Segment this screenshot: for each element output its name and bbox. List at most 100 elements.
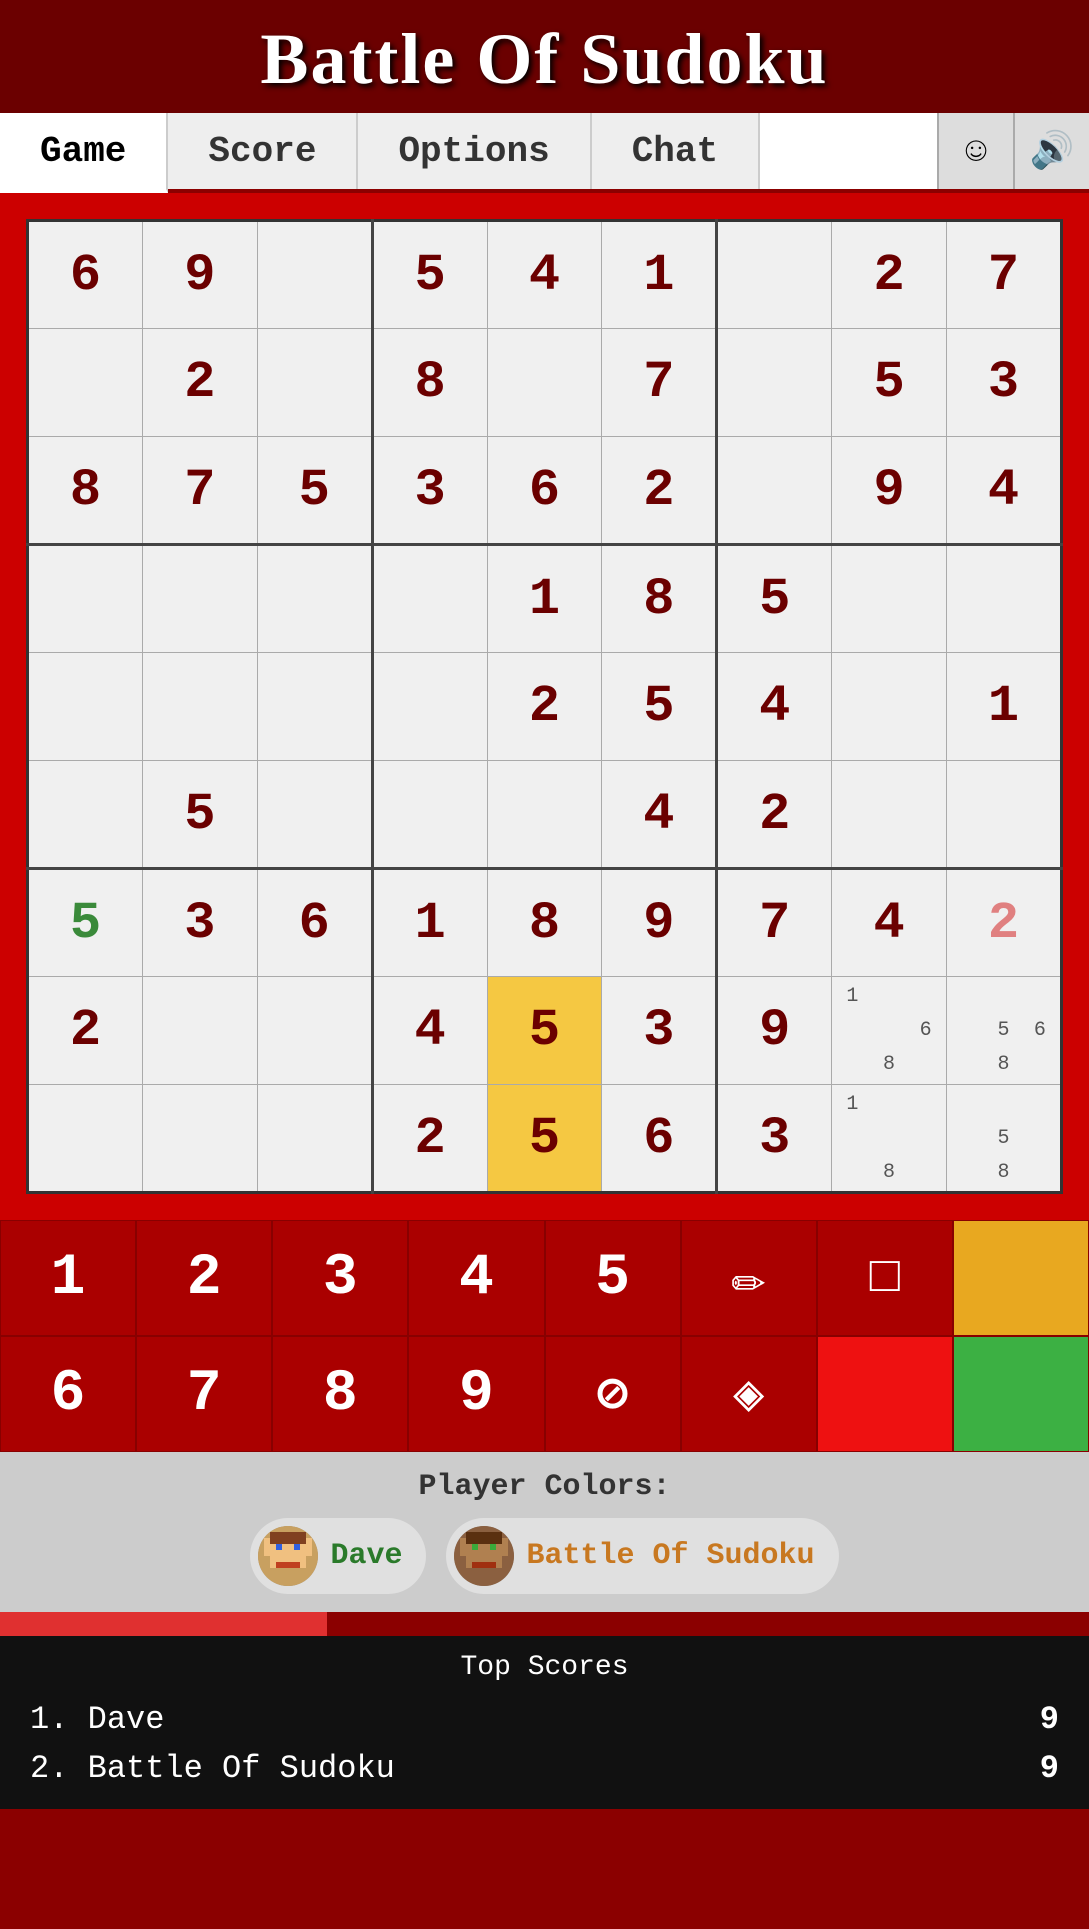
cell-4-8[interactable]: 1: [947, 653, 1062, 761]
cell-5-1[interactable]: 5: [142, 761, 257, 869]
cell-8-0[interactable]: [28, 1085, 143, 1193]
cell-2-7[interactable]: 9: [832, 437, 947, 545]
cell-7-8[interactable]: 568: [947, 977, 1062, 1085]
cell-8-4[interactable]: 5: [487, 1085, 602, 1193]
cell-5-5[interactable]: 4: [602, 761, 717, 869]
cell-0-5[interactable]: 1: [602, 221, 717, 329]
cell-5-8[interactable]: [947, 761, 1062, 869]
cell-6-6[interactable]: 7: [717, 869, 832, 977]
num-4-btn[interactable]: 4: [408, 1220, 544, 1336]
cell-4-2[interactable]: [257, 653, 372, 761]
cell-6-3[interactable]: 1: [372, 869, 487, 977]
cell-1-1[interactable]: 2: [142, 329, 257, 437]
cell-2-1[interactable]: 7: [142, 437, 257, 545]
tab-score[interactable]: Score: [168, 113, 358, 189]
cell-8-7[interactable]: 18: [832, 1085, 947, 1193]
cell-3-0[interactable]: [28, 545, 143, 653]
color-green-btn[interactable]: [953, 1336, 1089, 1452]
cell-1-4[interactable]: [487, 329, 602, 437]
cell-5-0[interactable]: [28, 761, 143, 869]
cell-0-6[interactable]: [717, 221, 832, 329]
pencil-btn[interactable]: ✏: [681, 1220, 817, 1336]
cell-6-8[interactable]: 2: [947, 869, 1062, 977]
cell-8-2[interactable]: [257, 1085, 372, 1193]
cell-5-6[interactable]: 2: [717, 761, 832, 869]
cell-7-1[interactable]: [142, 977, 257, 1085]
cell-6-7[interactable]: 4: [832, 869, 947, 977]
cell-3-2[interactable]: [257, 545, 372, 653]
tab-game[interactable]: Game: [0, 113, 168, 193]
num-5-btn[interactable]: 5: [545, 1220, 681, 1336]
cell-6-1[interactable]: 3: [142, 869, 257, 977]
cell-8-8[interactable]: 58: [947, 1085, 1062, 1193]
cell-8-6[interactable]: 3: [717, 1085, 832, 1193]
cell-3-1[interactable]: [142, 545, 257, 653]
cell-2-2[interactable]: 5: [257, 437, 372, 545]
cell-5-2[interactable]: [257, 761, 372, 869]
cell-7-6[interactable]: 9: [717, 977, 832, 1085]
cell-2-8[interactable]: 4: [947, 437, 1062, 545]
cell-6-0[interactable]: 5: [28, 869, 143, 977]
player-chip-bot[interactable]: Battle Of Sudoku: [446, 1518, 838, 1594]
erase-btn[interactable]: □: [817, 1220, 953, 1336]
cell-6-4[interactable]: 8: [487, 869, 602, 977]
num-9-btn[interactable]: 9: [408, 1336, 544, 1452]
cell-2-6[interactable]: [717, 437, 832, 545]
cell-1-3[interactable]: 8: [372, 329, 487, 437]
cell-4-3[interactable]: [372, 653, 487, 761]
tab-options[interactable]: Options: [358, 113, 591, 189]
cell-0-3[interactable]: 5: [372, 221, 487, 329]
cell-6-5[interactable]: 9: [602, 869, 717, 977]
no-btn[interactable]: ⊘: [545, 1336, 681, 1452]
cell-4-6[interactable]: 4: [717, 653, 832, 761]
cell-1-7[interactable]: 5: [832, 329, 947, 437]
cell-0-4[interactable]: 4: [487, 221, 602, 329]
color-black-btn[interactable]: [817, 1336, 953, 1452]
cell-4-1[interactable]: [142, 653, 257, 761]
num-6-btn[interactable]: 6: [0, 1336, 136, 1452]
cell-8-5[interactable]: 6: [602, 1085, 717, 1193]
cell-2-3[interactable]: 3: [372, 437, 487, 545]
cell-7-7[interactable]: 168: [832, 977, 947, 1085]
cell-2-5[interactable]: 2: [602, 437, 717, 545]
cell-3-6[interactable]: 5: [717, 545, 832, 653]
cell-0-7[interactable]: 2: [832, 221, 947, 329]
cell-2-4[interactable]: 6: [487, 437, 602, 545]
cell-4-0[interactable]: [28, 653, 143, 761]
cell-2-0[interactable]: 8: [28, 437, 143, 545]
fill-btn[interactable]: ◈: [681, 1336, 817, 1452]
cell-5-3[interactable]: [372, 761, 487, 869]
cell-4-7[interactable]: [832, 653, 947, 761]
cell-3-3[interactable]: [372, 545, 487, 653]
cell-5-7[interactable]: [832, 761, 947, 869]
num-7-btn[interactable]: 7: [136, 1336, 272, 1452]
num-8-btn[interactable]: 8: [272, 1336, 408, 1452]
cell-4-4[interactable]: 2: [487, 653, 602, 761]
cell-7-0[interactable]: 2: [28, 977, 143, 1085]
cell-1-6[interactable]: [717, 329, 832, 437]
cell-7-5[interactable]: 3: [602, 977, 717, 1085]
cell-0-0[interactable]: 6: [28, 221, 143, 329]
cell-1-8[interactable]: 3: [947, 329, 1062, 437]
cell-7-4[interactable]: 5: [487, 977, 602, 1085]
cell-3-7[interactable]: [832, 545, 947, 653]
cell-7-3[interactable]: 4: [372, 977, 487, 1085]
num-1-btn[interactable]: 1: [0, 1220, 136, 1336]
player-chip-dave[interactable]: Dave: [250, 1518, 426, 1594]
tab-chat[interactable]: Chat: [592, 113, 760, 189]
cell-3-8[interactable]: [947, 545, 1062, 653]
cell-8-3[interactable]: 2: [372, 1085, 487, 1193]
color-yellow-btn[interactable]: [953, 1220, 1089, 1336]
cell-0-2[interactable]: [257, 221, 372, 329]
emoji-icon[interactable]: ☺: [937, 113, 1013, 189]
cell-3-4[interactable]: 1: [487, 545, 602, 653]
cell-6-2[interactable]: 6: [257, 869, 372, 977]
num-2-btn[interactable]: 2: [136, 1220, 272, 1336]
cell-5-4[interactable]: [487, 761, 602, 869]
cell-1-0[interactable]: [28, 329, 143, 437]
cell-8-1[interactable]: [142, 1085, 257, 1193]
cell-1-5[interactable]: 7: [602, 329, 717, 437]
num-3-btn[interactable]: 3: [272, 1220, 408, 1336]
cell-7-2[interactable]: [257, 977, 372, 1085]
cell-1-2[interactable]: [257, 329, 372, 437]
